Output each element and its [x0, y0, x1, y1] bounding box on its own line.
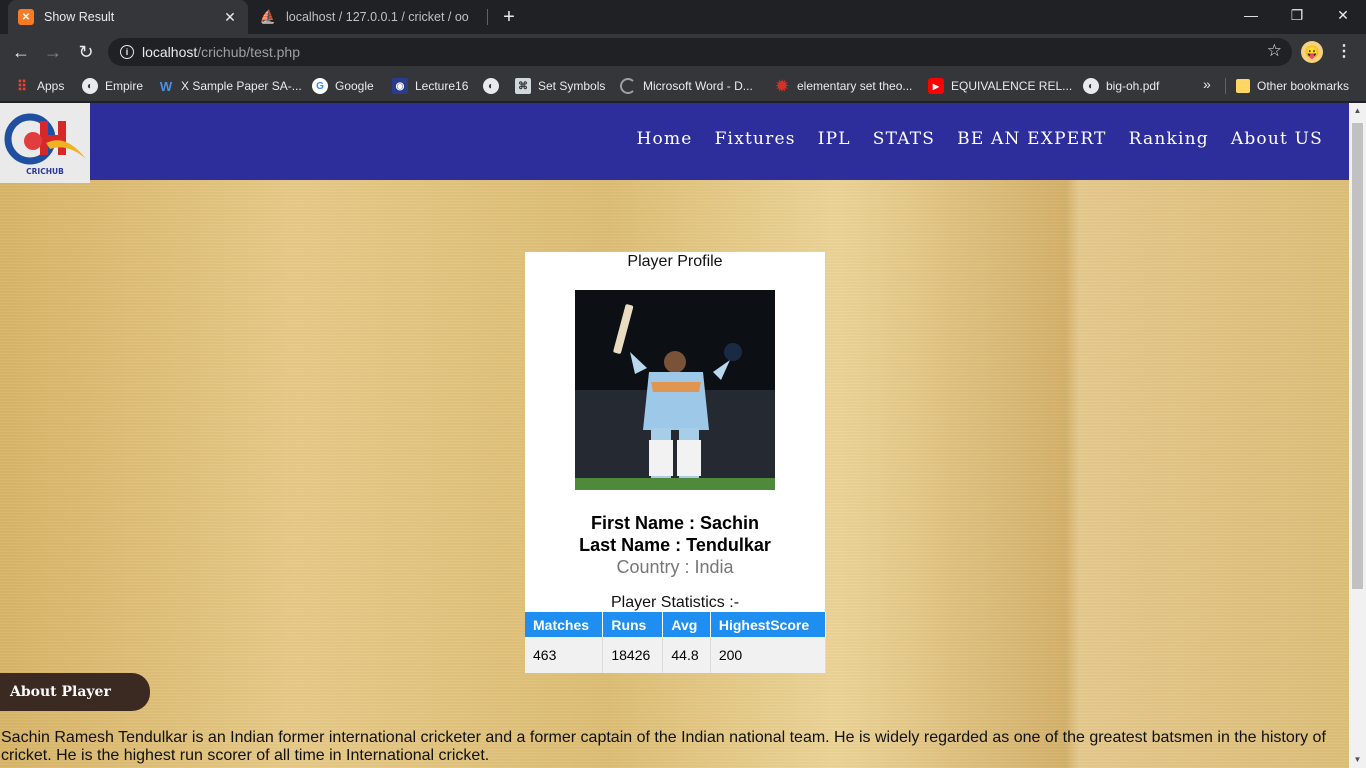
col-avg: Avg: [662, 612, 711, 637]
url-path: /crichub/test.php: [197, 44, 300, 60]
bookmark-microsoft-word[interactable]: Microsoft Word - D...: [620, 76, 753, 96]
player-first-name: First Name : Sachin: [590, 513, 760, 533]
about-player-badge: About Player: [0, 673, 150, 711]
logo-text: CRICHUB: [26, 167, 64, 176]
main-nav: Home Fixtures IPL STATS BE AN EXPERT Ran…: [637, 129, 1323, 149]
globe-icon: ◐: [483, 78, 499, 94]
card-heading: Player Profile: [627, 253, 723, 270]
close-window-button[interactable]: ✕: [1320, 0, 1366, 30]
site-navbar: CRICHUB Home Fixtures IPL STATS BE AN EX…: [0, 103, 1349, 183]
stats-heading: Player Statistics :-: [610, 594, 740, 611]
scroll-up-arrow-icon[interactable]: ▲: [1349, 103, 1366, 119]
url-host: localhost: [142, 44, 198, 60]
tab-phpmyadmin[interactable]: ⛵ localhost / 127.0.0.1 / cricket / oo: [250, 0, 486, 34]
cell-runs: 18426: [602, 637, 664, 673]
player-photo: [575, 290, 775, 490]
reload-button[interactable]: ↻: [73, 39, 99, 65]
w-icon: W: [159, 78, 173, 94]
page-scrollbar[interactable]: ▲ ▼: [1349, 103, 1366, 768]
page-viewport: CRICHUB Home Fixtures IPL STATS BE AN EX…: [0, 103, 1349, 768]
nav-home[interactable]: Home: [637, 129, 693, 149]
profile-avatar[interactable]: 😛: [1301, 41, 1323, 63]
bookmark-label: Empire: [105, 79, 144, 93]
globe-icon: ◐: [1083, 78, 1099, 94]
bookmark-set-symbols[interactable]: ⌘ Set Symbols: [515, 76, 605, 96]
restore-button[interactable]: ❐: [1274, 0, 1320, 30]
browser-toolbar: ← → ↻ i localhost/crichub/test.php ☆ 😛 ⋮: [0, 34, 1366, 70]
folder-icon: [1236, 79, 1250, 93]
bookmark-star-icon[interactable]: ☆: [1267, 41, 1282, 61]
cell-highest-score: 200: [710, 637, 827, 673]
about-player-text: Sachin Ramesh Tendulkar is an Indian for…: [1, 729, 1326, 764]
bookmark-label: big-oh.pdf: [1106, 79, 1160, 93]
nav-about-us[interactable]: About US: [1231, 129, 1323, 149]
scroll-down-arrow-icon[interactable]: ▼: [1349, 752, 1366, 768]
bookmark-equivalence[interactable]: ▶ EQUIVALENCE REL...: [928, 76, 1072, 96]
stats-header-row: Matches Runs Avg HighestScore: [525, 612, 827, 637]
minimize-button[interactable]: —: [1228, 0, 1274, 30]
back-button[interactable]: ←: [8, 39, 34, 65]
bookmark-label: X Sample Paper SA-...: [181, 79, 302, 93]
bookmark-google[interactable]: G Google: [312, 76, 374, 96]
bookmark-big-oh[interactable]: ◐ big-oh.pdf: [1083, 76, 1159, 96]
nav-stats[interactable]: STATS: [873, 129, 935, 149]
globe-icon: ◐: [82, 78, 98, 94]
bookmark-empire[interactable]: ◐ Empire: [82, 76, 143, 96]
cell-avg: 44.8: [662, 637, 711, 673]
bookmark-label: Other bookmarks: [1257, 79, 1350, 93]
col-matches: Matches: [525, 612, 604, 637]
tab-title: localhost / 127.0.0.1 / cricket / oo: [286, 10, 469, 24]
bookmark-label: Apps: [37, 79, 65, 93]
bookmark-label: Google: [335, 79, 374, 93]
tab-show-result[interactable]: ✕ Show Result ✕: [8, 0, 248, 34]
bookmark-sample-paper[interactable]: W X Sample Paper SA-...: [158, 76, 302, 96]
bookmarks-bar: ⠿ Apps ◐ Empire W X Sample Paper SA-... …: [0, 70, 1366, 102]
crichub-logo-icon: CRICHUB: [4, 113, 86, 176]
youtube-icon: ▶: [928, 78, 944, 94]
nav-ranking[interactable]: Ranking: [1129, 129, 1209, 149]
bookmark-label: EQUIVALENCE REL...: [951, 79, 1073, 93]
player-stats-table: Matches Runs Avg HighestScore 463 18426 …: [525, 612, 827, 673]
xampp-icon: ✕: [18, 9, 34, 25]
col-runs: Runs: [602, 612, 664, 637]
close-icon[interactable]: ✕: [222, 9, 238, 26]
apps-grid-icon: ⠿: [16, 77, 28, 94]
bookmark-elementary-set-theory[interactable]: ✹ elementary set theo...: [774, 76, 913, 96]
symbols-icon: ⌘: [515, 78, 531, 94]
bookmarks-divider: [1225, 78, 1226, 94]
tab-divider: [487, 9, 488, 25]
more-bookmarks-chevron-icon[interactable]: »: [1203, 76, 1211, 92]
player-last-name: Last Name : Tendulkar: [579, 535, 771, 555]
scroll-thumb[interactable]: [1352, 123, 1363, 589]
bookmark-globe[interactable]: ◐: [483, 76, 506, 96]
bookmark-other[interactable]: Other bookmarks: [1236, 76, 1349, 96]
forward-button[interactable]: →: [40, 39, 66, 65]
google-icon: G: [312, 78, 328, 94]
gear-red-icon: ✹: [775, 78, 789, 95]
bookmark-apps[interactable]: ⠿ Apps: [14, 76, 65, 96]
nav-ipl[interactable]: IPL: [818, 129, 851, 149]
col-highest-score: HighestScore: [710, 612, 827, 637]
bookmark-lecture16[interactable]: ◉ Lecture16: [392, 76, 468, 96]
table-row: 463 18426 44.8 200: [525, 637, 827, 673]
crichub-logo[interactable]: CRICHUB: [0, 103, 90, 183]
cell-matches: 463: [525, 637, 604, 673]
tab-strip: ✕ Show Result ✕ ⛵ localhost / 127.0.0.1 …: [0, 0, 1366, 34]
player-country: Country : India: [616, 557, 734, 577]
player-profile-card: Player Profile First Name : Sachin Last …: [525, 252, 827, 673]
nav-be-an-expert[interactable]: BE AN EXPERT: [957, 129, 1106, 149]
menu-dots-icon[interactable]: ⋮: [1334, 39, 1354, 65]
loading-icon: [620, 78, 636, 94]
bookmark-label: Lecture16: [415, 79, 469, 93]
tab-title: Show Result: [44, 10, 115, 24]
bookmark-label: Set Symbols: [538, 79, 606, 93]
bookmark-label: Microsoft Word - D...: [643, 79, 753, 93]
new-tab-button[interactable]: +: [498, 6, 520, 28]
bookmark-label: elementary set theo...: [797, 79, 913, 93]
address-bar[interactable]: i localhost/crichub/test.php ☆: [108, 38, 1292, 66]
nav-fixtures[interactable]: Fixtures: [715, 129, 796, 149]
lecture-icon: ◉: [392, 78, 408, 94]
phpmyadmin-icon: ⛵: [259, 9, 277, 24]
info-icon[interactable]: i: [120, 45, 134, 59]
